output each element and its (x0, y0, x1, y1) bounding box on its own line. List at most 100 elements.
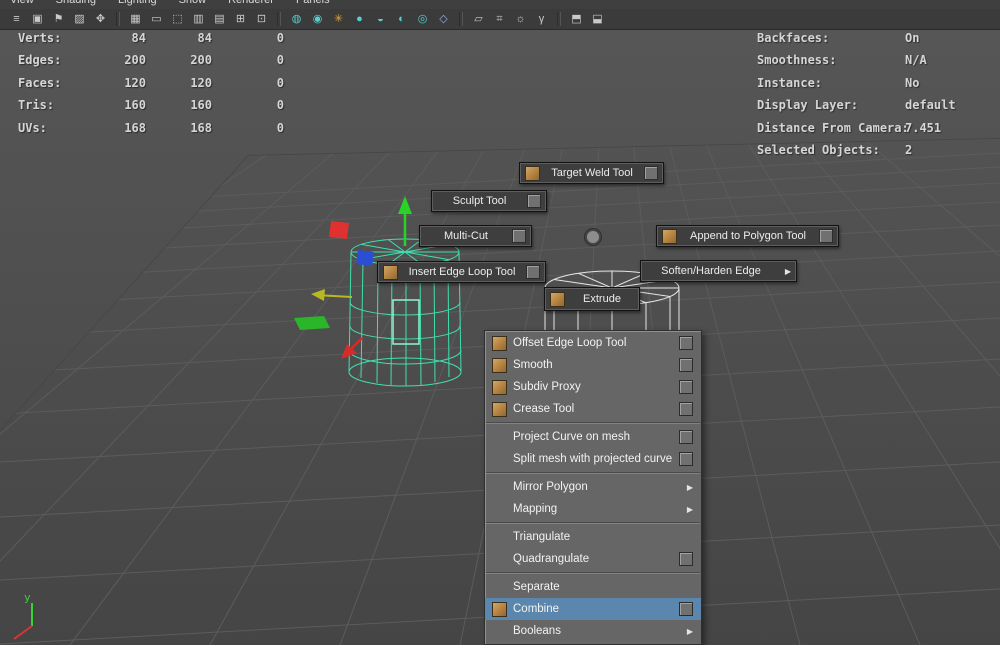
menu-panels[interactable]: Panels (296, 0, 330, 8)
marking-menu-item-target-weld-tool[interactable]: Target Weld Tool (519, 162, 664, 184)
split-mesh-option-box[interactable] (679, 452, 693, 466)
hud-label: Backfaces: (757, 31, 830, 45)
marking-menu-item-extrude[interactable]: Extrude (544, 287, 640, 311)
hud-label: Verts: (18, 31, 62, 45)
multisample-icon[interactable]: ⬓ (589, 11, 606, 27)
manip-plane-z-handle[interactable] (356, 250, 374, 266)
menu-separator (486, 522, 700, 524)
panel-menu-icon[interactable]: ≡ (8, 11, 25, 27)
menu-item-offset-edge-loop-tool[interactable]: Offset Edge Loop Tool (485, 332, 701, 354)
toolbar-separator (459, 12, 463, 26)
menu-item-separate[interactable]: Separate (485, 576, 701, 598)
combine-option-box[interactable] (679, 602, 693, 616)
xray-joints-icon[interactable]: ⌗ (491, 11, 508, 27)
hud-row-display-layer: Display Layer: default (757, 94, 1000, 116)
menu-shading[interactable]: Shading (56, 0, 96, 8)
depth-of-field-icon[interactable]: ◎ (414, 11, 431, 27)
hud-value: 0 (276, 120, 284, 135)
menu-item-booleans[interactable]: Booleans ▶ (485, 620, 701, 642)
marking-menu-item-append-to-polygon-tool[interactable]: Append to Polygon Tool (656, 225, 839, 247)
bookmark-icon[interactable]: ⚑ (50, 11, 67, 27)
menu-item-label: Crease Tool (513, 403, 575, 415)
shadows-icon[interactable]: ● (351, 11, 368, 27)
film-gate-icon[interactable]: ▭ (148, 11, 165, 27)
menu-item-label: Split mesh with projected curve (513, 453, 673, 465)
hud-value: 200 (124, 53, 146, 68)
hud-row-distance-from-camera: Distance From Camera: 7.451 (757, 117, 1000, 139)
image-plane-icon[interactable]: ▨ (71, 11, 88, 27)
marking-menu-item-insert-edge-loop-tool[interactable]: Insert Edge Loop Tool (377, 261, 546, 283)
menu-item-crease-tool[interactable]: Crease Tool (485, 398, 701, 420)
field-chart-icon[interactable]: ▤ (211, 11, 228, 27)
menu-item-label: Separate (513, 581, 560, 593)
xray-icon[interactable]: ▱ (470, 11, 487, 27)
resolution-gate-icon[interactable]: ⬚ (169, 11, 186, 27)
hud-value: 120 (124, 75, 146, 90)
grid-toggle-icon[interactable]: ▦ (127, 11, 144, 27)
sculpt-tool-option-box[interactable] (527, 194, 541, 208)
isolate-select-icon[interactable]: ◇ (435, 11, 452, 27)
subdiv-proxy-option-box[interactable] (679, 380, 693, 394)
hud-row-backfaces: Backfaces: On (757, 27, 1000, 49)
hud-label: Edges: (18, 53, 62, 68)
hud-label: Tris: (18, 98, 55, 113)
insert-edge-loop-option-box[interactable] (526, 265, 540, 279)
shaded-mode-icon[interactable]: ◍ (288, 11, 305, 27)
hud-value: 160 (190, 98, 212, 113)
smooth-option-box[interactable] (679, 358, 693, 372)
hud-value: default (905, 98, 956, 113)
menu-item-mapping[interactable]: Mapping ▶ (485, 498, 701, 520)
menu-lighting[interactable]: Lighting (118, 0, 157, 8)
camera-attrs-icon[interactable]: ▣ (29, 11, 46, 27)
menu-item-project-curve-on-mesh[interactable]: Project Curve on mesh (485, 426, 701, 448)
pan-zoom-icon[interactable]: ✥ (92, 11, 109, 27)
hud-value: 120 (190, 75, 212, 90)
safe-title-icon[interactable]: ⊡ (253, 11, 270, 27)
menu-renderer[interactable]: Renderer (228, 0, 274, 8)
ambient-occlusion-icon[interactable]: ◒ (372, 11, 389, 27)
hud-value: No (905, 75, 920, 90)
menu-item-mirror-polygon[interactable]: Mirror Polygon ▶ (485, 476, 701, 498)
snapshot-icon[interactable]: ⬒ (568, 11, 585, 27)
manip-plane-y-handle[interactable] (294, 316, 330, 330)
menu-item-combine[interactable]: Combine (485, 598, 701, 620)
quadrangulate-option-box[interactable] (679, 552, 693, 566)
menu-item-label: Mapping (513, 503, 558, 515)
marking-menu-item-soften-harden-edge[interactable]: Soften/Harden Edge ▶ (640, 260, 797, 282)
hud-value: 200 (190, 53, 212, 68)
safe-action-icon[interactable]: ⊞ (232, 11, 249, 27)
multi-cut-option-box[interactable] (512, 229, 526, 243)
menu-item-split-mesh-with-projected-curve[interactable]: Split mesh with projected curve (485, 448, 701, 470)
menu-view[interactable]: View (10, 0, 34, 8)
marking-menu-label: Sculpt Tool (452, 195, 507, 207)
menu-item-quadrangulate[interactable]: Quadrangulate (485, 548, 701, 570)
menu-item-label: Subdiv Proxy (513, 381, 581, 393)
maya-viewport-window: y View Shading Lighting Show Renderer Pa… (0, 0, 1000, 645)
hud-row-tris: Tris: 160 160 0 (18, 94, 308, 116)
hud-label: Faces: (18, 75, 62, 90)
project-curve-option-box[interactable] (679, 430, 693, 444)
menu-item-label: Triangulate (513, 531, 571, 543)
menu-show[interactable]: Show (179, 0, 207, 8)
marking-menu-item-sculpt-tool[interactable]: Sculpt Tool (431, 190, 547, 212)
textured-mode-icon[interactable]: ◉ (309, 11, 326, 27)
append-to-polygon-option-box[interactable] (819, 229, 833, 243)
motion-blur-icon[interactable]: ◐ (393, 11, 410, 27)
target-weld-option-box[interactable] (644, 166, 658, 180)
submenu-arrow-icon: ▶ (686, 482, 693, 492)
hud-label: Display Layer: (757, 98, 859, 113)
marking-menu-item-multi-cut[interactable]: Multi-Cut (419, 225, 532, 247)
gamma-icon[interactable]: γ (533, 11, 550, 27)
offset-edge-loop-option-box[interactable] (679, 336, 693, 350)
crease-tool-option-box[interactable] (679, 402, 693, 416)
manip-plane-x-handle[interactable] (329, 221, 349, 239)
menu-item-triangulate[interactable]: Triangulate (485, 526, 701, 548)
exposure-icon[interactable]: ☼ (512, 11, 529, 27)
gate-mask-icon[interactable]: ▥ (190, 11, 207, 27)
submenu-arrow-icon: ▶ (686, 504, 693, 514)
hud-value: N/A (905, 53, 927, 68)
lighting-icon[interactable]: ✳ (330, 11, 347, 27)
menu-item-subdiv-proxy[interactable]: Subdiv Proxy (485, 376, 701, 398)
menu-item-smooth[interactable]: Smooth (485, 354, 701, 376)
hud-value: 0 (276, 53, 284, 68)
